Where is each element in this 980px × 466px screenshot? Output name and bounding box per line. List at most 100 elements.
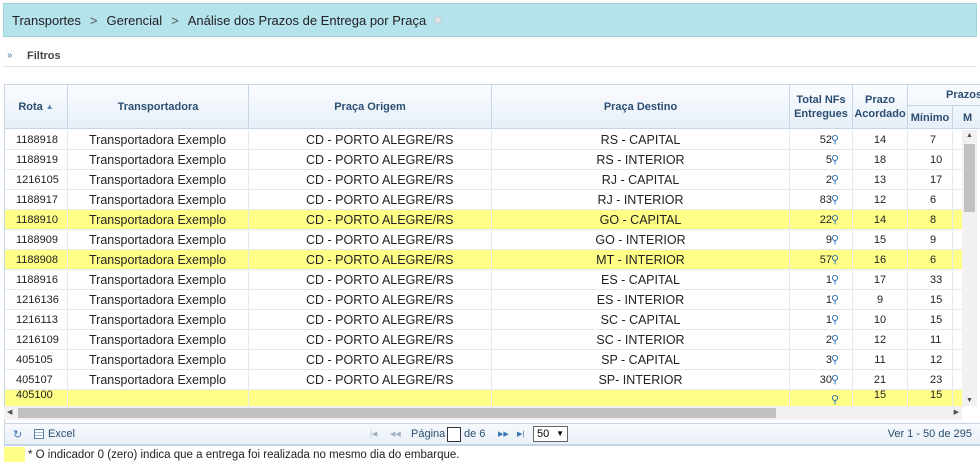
table-row[interactable]: 1216105 Transportadora Exemplo CD - PORT… — [5, 170, 973, 190]
chevron-down-icon: ▼ — [556, 429, 564, 438]
cell-minimo: 10 — [908, 150, 953, 170]
search-icon[interactable]: ⚲ — [831, 170, 839, 190]
filters-bar[interactable]: » Filtros — [3, 45, 977, 67]
expand-chevron-icon[interactable]: » — [7, 49, 19, 63]
cell-nfs: 9 ⚲ — [790, 230, 853, 250]
cell-destino: ES - INTERIOR — [492, 290, 790, 310]
table-row[interactable]: 405105 Transportadora Exemplo CD - PORTO… — [5, 350, 973, 370]
cell-transportadora: Transportadora Exemplo — [68, 310, 249, 330]
column-label-praca-origem: Praça Origem — [334, 101, 406, 113]
table-row[interactable]: 1188916 Transportadora Exemplo CD - PORT… — [5, 270, 973, 290]
search-icon[interactable]: ⚲ — [831, 390, 839, 407]
column-label-minimo: Mínimo — [910, 111, 950, 124]
column-label-rota: Rota — [18, 101, 43, 113]
cell-destino: SP - CAPITAL — [492, 350, 790, 370]
search-icon[interactable]: ⚲ — [831, 290, 839, 310]
breadcrumb-separator: > — [171, 12, 179, 28]
cell-minimo: 15 — [908, 390, 953, 407]
column-label-acordado: Acordado — [854, 108, 906, 120]
cell-acordado: 15 — [853, 230, 908, 250]
search-icon[interactable]: ⚲ — [831, 250, 839, 270]
table-row[interactable]: 1216136 Transportadora Exemplo CD - PORT… — [5, 290, 973, 310]
cell-acordado: 21 — [853, 370, 908, 390]
search-icon[interactable]: ⚲ — [831, 270, 839, 290]
table-row[interactable]: 1188909 Transportadora Exemplo CD - PORT… — [5, 230, 973, 250]
cell-destino: RS - CAPITAL — [492, 130, 790, 150]
vertical-scroll-thumb[interactable] — [964, 144, 975, 212]
favorite-star-icon[interactable]: ★ — [432, 12, 444, 28]
cell-minimo: 33 — [908, 270, 953, 290]
search-icon[interactable]: ⚲ — [831, 130, 839, 150]
cell-destino: RJ - CAPITAL — [492, 170, 790, 190]
column-header-praca-origem[interactable]: Praça Origem — [249, 85, 492, 129]
table-row[interactable]: 1216113 Transportadora Exemplo CD - PORT… — [5, 310, 973, 330]
table-row[interactable]: 1188910 Transportadora Exemplo CD - PORT… — [5, 210, 973, 230]
cell-origem — [249, 390, 492, 407]
horizontal-scroll-thumb[interactable] — [18, 408, 776, 418]
search-icon[interactable]: ⚲ — [831, 330, 839, 350]
page-size-select[interactable]: 50 ▼ — [533, 426, 568, 442]
search-icon[interactable]: ⚲ — [831, 370, 839, 390]
cell-rota: 1216105 — [5, 170, 68, 190]
table-row[interactable]: 1216109 Transportadora Exemplo CD - PORT… — [5, 330, 973, 350]
last-page-icon[interactable]: ▶| — [517, 430, 524, 438]
search-icon[interactable]: ⚲ — [831, 230, 839, 250]
cell-destino: RJ - INTERIOR — [492, 190, 790, 210]
vertical-scrollbar[interactable]: ▲ ▼ — [962, 130, 977, 406]
legend: * O indicador 0 (zero) indica que a entr… — [4, 446, 980, 463]
cell-transportadora: Transportadora Exemplo — [68, 350, 249, 370]
scroll-down-arrow-icon[interactable]: ▼ — [966, 397, 973, 404]
cell-nfs: 57 ⚲ — [790, 250, 853, 270]
scroll-right-arrow-icon[interactable]: ▶ — [954, 408, 959, 416]
table-row[interactable]: 1188919 Transportadora Exemplo CD - PORT… — [5, 150, 973, 170]
page-label: Página — [411, 428, 446, 440]
cell-transportadora: Transportadora Exemplo — [68, 230, 249, 250]
table-row[interactable]: 1188918 Transportadora Exemplo CD - PORT… — [5, 130, 973, 150]
cell-origem: CD - PORTO ALEGRE/RS — [249, 210, 492, 230]
column-header-rota[interactable]: Rota ▲ — [5, 85, 68, 129]
search-icon[interactable]: ⚲ — [831, 150, 839, 170]
breadcrumb-item-gerencial[interactable]: Gerencial — [106, 13, 162, 28]
table-row[interactable]: 1188908 Transportadora Exemplo CD - PORT… — [5, 250, 973, 270]
cell-destino — [492, 390, 790, 407]
cell-acordado: 12 — [853, 190, 908, 210]
cell-rota: 1188918 — [5, 130, 68, 150]
cell-rota: 405107 — [5, 370, 68, 390]
scroll-up-arrow-icon[interactable]: ▲ — [966, 132, 973, 139]
table-row[interactable]: 405107 Transportadora Exemplo CD - PORTO… — [5, 370, 973, 390]
column-header-maximo[interactable]: M — [953, 106, 980, 129]
cell-acordado: 10 — [853, 310, 908, 330]
column-header-total-nfs[interactable]: Total NFs Entregues — [790, 85, 853, 129]
export-excel-button[interactable]: Excel — [48, 428, 75, 440]
column-header-prazo-acordado[interactable]: Prazo Acordado — [853, 85, 908, 129]
page-number-input[interactable] — [447, 427, 461, 442]
first-page-icon[interactable]: |◀ — [370, 430, 377, 438]
filters-label[interactable]: Filtros — [27, 50, 61, 62]
cell-acordado: 18 — [853, 150, 908, 170]
scroll-left-arrow-icon[interactable]: ◀ — [7, 408, 12, 416]
column-header-minimo[interactable]: Mínimo — [908, 106, 953, 129]
column-header-praca-destino[interactable]: Praça Destino — [492, 85, 790, 129]
prev-page-icon[interactable]: ◀◀ — [390, 430, 401, 438]
column-group-label-prazos: Prazos — [946, 89, 980, 101]
refresh-icon[interactable]: ↻ — [13, 428, 22, 441]
cell-transportadora: Transportadora Exemplo — [68, 270, 249, 290]
table-row[interactable]: 1188917 Transportadora Exemplo CD - PORT… — [5, 190, 973, 210]
excel-icon[interactable] — [34, 429, 44, 439]
next-page-icon[interactable]: ▶▶ — [498, 430, 509, 438]
table-row[interactable]: 405100 ⚲ 15 15 — [5, 390, 973, 407]
column-header-transportadora[interactable]: Transportadora — [68, 85, 249, 129]
cell-nfs: 1 ⚲ — [790, 310, 853, 330]
horizontal-scrollbar[interactable]: ◀ ▶ — [4, 406, 962, 420]
cell-destino: SC - CAPITAL — [492, 310, 790, 330]
search-icon[interactable]: ⚲ — [831, 310, 839, 330]
search-icon[interactable]: ⚲ — [831, 190, 839, 210]
breadcrumb-item-transportes[interactable]: Transportes — [12, 13, 81, 28]
cell-rota: 1188916 — [5, 270, 68, 290]
cell-destino: RS - INTERIOR — [492, 150, 790, 170]
cell-acordado: 17 — [853, 270, 908, 290]
search-icon[interactable]: ⚲ — [831, 210, 839, 230]
cell-nfs: 52 ⚲ — [790, 130, 853, 150]
search-icon[interactable]: ⚲ — [831, 350, 839, 370]
cell-destino: SC - INTERIOR — [492, 330, 790, 350]
